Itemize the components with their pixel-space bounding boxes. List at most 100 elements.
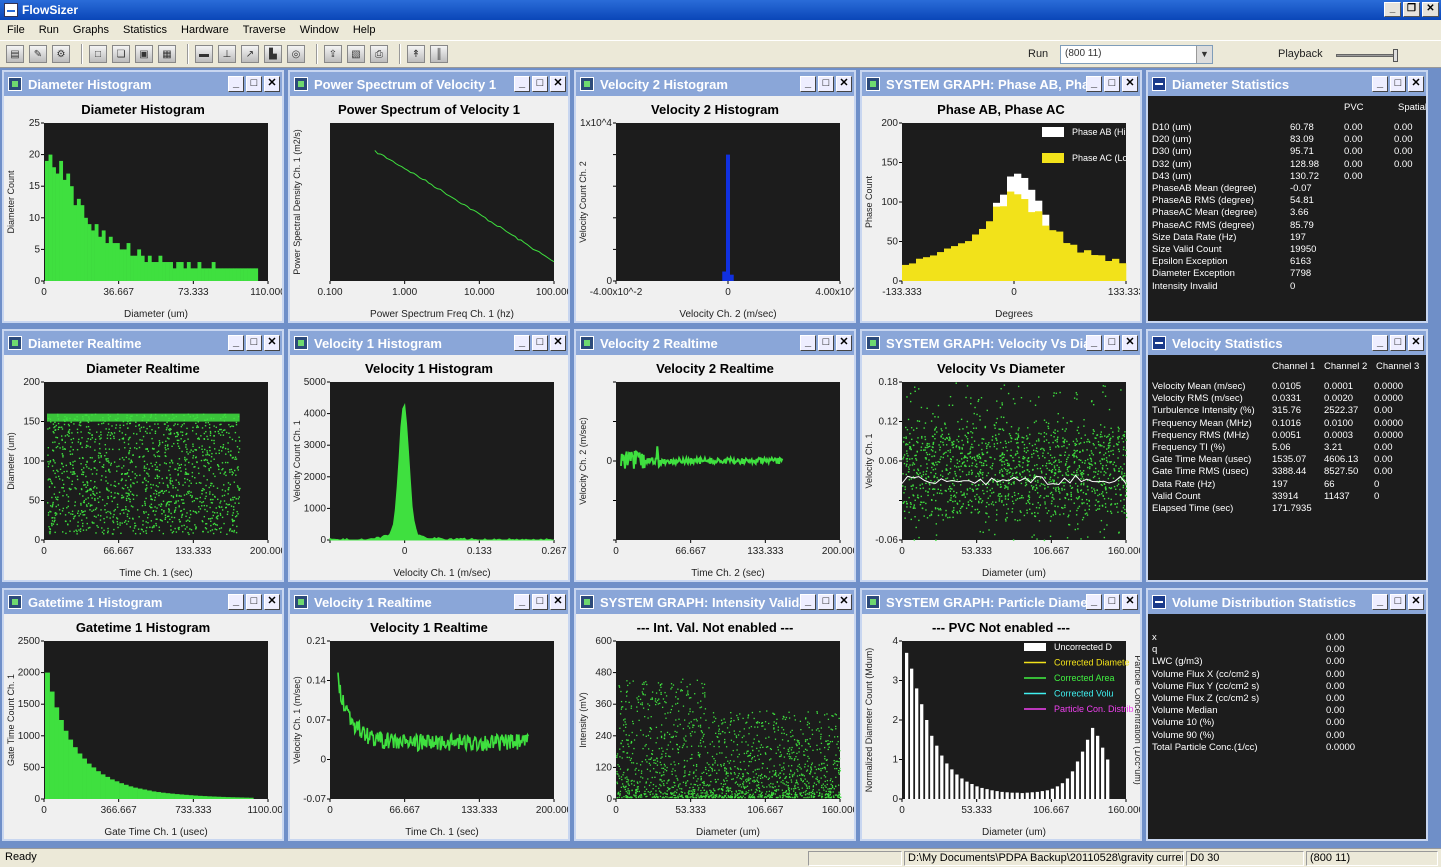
open-icon[interactable]: ▤	[6, 45, 24, 63]
laser-icon[interactable]: ↗	[241, 45, 259, 63]
panel-close-button[interactable]: ✕	[1408, 335, 1424, 351]
chevron-down-icon[interactable]: ▼	[1196, 46, 1212, 63]
panel-close-button[interactable]: ✕	[550, 76, 566, 92]
panel-titlebar[interactable]: Velocity 2 Histogram _ □ ✕	[576, 72, 854, 96]
hardware-icon[interactable]: ⚙	[52, 45, 70, 63]
panel-titlebar[interactable]: Diameter Realtime _ □ ✕	[4, 331, 282, 355]
panel-maximize-button[interactable]: □	[1390, 335, 1406, 351]
panel-system-graph-phase-ab-phas[interactable]: SYSTEM GRAPH: Phase AB, Phas _ □ ✕ Phase A…	[860, 70, 1142, 323]
panel-maximize-button[interactable]: □	[818, 335, 834, 351]
export-icon[interactable]: ⇪	[324, 45, 342, 63]
menu-statistics[interactable]: Statistics	[116, 24, 174, 36]
panel-close-button[interactable]: ✕	[264, 594, 280, 610]
panel-close-button[interactable]: ✕	[1408, 594, 1424, 610]
panel-maximize-button[interactable]: □	[1390, 76, 1406, 92]
panel-titlebar[interactable]: Volume Distribution Statistics _ □ ✕	[1148, 590, 1426, 614]
close-button[interactable]: ✕	[1422, 2, 1439, 17]
notebook-icon[interactable]: ▧	[347, 45, 365, 63]
panel-maximize-button[interactable]: □	[1390, 594, 1406, 610]
panel-maximize-button[interactable]: □	[1104, 594, 1120, 610]
panel-titlebar[interactable]: Velocity 1 Realtime _ □ ✕	[290, 590, 568, 614]
bars-icon[interactable]: ║	[430, 45, 448, 63]
panel-maximize-button[interactable]: □	[818, 594, 834, 610]
minimize-button[interactable]: _	[1384, 2, 1401, 17]
panel-maximize-button[interactable]: □	[532, 76, 548, 92]
panel-titlebar[interactable]: Power Spectrum of Velocity 1 _ □ ✕	[290, 72, 568, 96]
panel-velocity-2-histogram[interactable]: Velocity 2 Histogram _ □ ✕ Velocity 2 Hist…	[574, 70, 856, 323]
menu-window[interactable]: Window	[293, 24, 346, 36]
panel-titlebar[interactable]: Velocity 1 Histogram _ □ ✕	[290, 331, 568, 355]
dial-icon[interactable]: ◎	[287, 45, 305, 63]
panel-titlebar[interactable]: Gatetime 1 Histogram _ □ ✕	[4, 590, 282, 614]
panel-diameter-statistics[interactable]: Diameter Statistics _ □ ✕ PVC Spatial D10 (u…	[1146, 70, 1428, 323]
panel-close-button[interactable]: ✕	[1122, 594, 1138, 610]
panel-close-button[interactable]: ✕	[836, 76, 852, 92]
panel-velocity-1-histogram[interactable]: Velocity 1 Histogram _ □ ✕ Velocity 1 Hist…	[288, 329, 570, 582]
panel-system-graph-intensity-valida[interactable]: SYSTEM GRAPH: Intensity Valida _ □ ✕ --- I…	[574, 588, 856, 841]
menu-file[interactable]: File	[0, 24, 32, 36]
panel-titlebar[interactable]: SYSTEM GRAPH: Phase AB, Phas _ □ ✕	[862, 72, 1140, 96]
panel-close-button[interactable]: ✕	[1122, 335, 1138, 351]
copy-icon[interactable]: ❏	[112, 45, 130, 63]
menu-graphs[interactable]: Graphs	[66, 24, 116, 36]
menu-help[interactable]: Help	[346, 24, 383, 36]
save-all-icon[interactable]: ▦	[158, 45, 176, 63]
panel-velocity-statistics[interactable]: Velocity Statistics _ □ ✕ Channel 1 Channel…	[1146, 329, 1428, 582]
print-icon[interactable]: ⎙	[370, 45, 388, 63]
run-select[interactable]: (800 11) ▼	[1060, 45, 1213, 64]
panel-maximize-button[interactable]: □	[818, 76, 834, 92]
marker-icon[interactable]: ↟	[407, 45, 425, 63]
panel-maximize-button[interactable]: □	[246, 594, 262, 610]
panel-minimize-button[interactable]: _	[800, 335, 816, 351]
panel-maximize-button[interactable]: □	[532, 335, 548, 351]
playback-slider[interactable]	[1336, 49, 1398, 62]
panel-close-button[interactable]: ✕	[1408, 76, 1424, 92]
panel-minimize-button[interactable]: _	[514, 335, 530, 351]
panel-titlebar[interactable]: SYSTEM GRAPH: Velocity Vs Diar _ □ ✕	[862, 331, 1140, 355]
panel-close-button[interactable]: ✕	[264, 76, 280, 92]
panel-titlebar[interactable]: Velocity 2 Realtime _ □ ✕	[576, 331, 854, 355]
new-icon[interactable]: □	[89, 45, 107, 63]
panel-system-graph-velocity-vs-diar[interactable]: SYSTEM GRAPH: Velocity Vs Diar _ □ ✕ Veloc…	[860, 329, 1142, 582]
run-setup-icon[interactable]: ✎	[29, 45, 47, 63]
panel-close-button[interactable]: ✕	[836, 335, 852, 351]
panel-system-graph-particle-diamet[interactable]: SYSTEM GRAPH: Particle Diamet _ □ ✕ --- PV…	[860, 588, 1142, 841]
panel-titlebar[interactable]: Diameter Histogram _ □ ✕	[4, 72, 282, 96]
panel-minimize-button[interactable]: _	[1086, 594, 1102, 610]
panel-close-button[interactable]: ✕	[836, 594, 852, 610]
menu-traverse[interactable]: Traverse	[236, 24, 293, 36]
panel-diameter-histogram[interactable]: Diameter Histogram _ □ ✕ Diameter Histogra…	[2, 70, 284, 323]
panel-minimize-button[interactable]: _	[1372, 76, 1388, 92]
panel-titlebar[interactable]: SYSTEM GRAPH: Intensity Valida _ □ ✕	[576, 590, 854, 614]
panel-titlebar[interactable]: Diameter Statistics _ □ ✕	[1148, 72, 1426, 96]
panel-minimize-button[interactable]: _	[800, 76, 816, 92]
panel-power-spectrum-of-velocity-1[interactable]: Power Spectrum of Velocity 1 _ □ ✕ Power S…	[288, 70, 570, 323]
panel-close-button[interactable]: ✕	[264, 335, 280, 351]
panel-maximize-button[interactable]: □	[1104, 335, 1120, 351]
panel-close-button[interactable]: ✕	[550, 594, 566, 610]
panel-maximize-button[interactable]: □	[532, 594, 548, 610]
restore-button[interactable]: ❐	[1403, 2, 1420, 17]
panel-minimize-button[interactable]: _	[1372, 594, 1388, 610]
panel-minimize-button[interactable]: _	[1372, 335, 1388, 351]
panel-maximize-button[interactable]: □	[1104, 76, 1120, 92]
panel-minimize-button[interactable]: _	[1086, 335, 1102, 351]
panel-minimize-button[interactable]: _	[514, 76, 530, 92]
traverse-icon[interactable]: ▬	[195, 45, 213, 63]
panel-gatetime-1-histogram[interactable]: Gatetime 1 Histogram _ □ ✕ Gatetime 1 Hist…	[2, 588, 284, 841]
panel-minimize-button[interactable]: _	[228, 594, 244, 610]
probe-icon[interactable]: ⊥	[218, 45, 236, 63]
panel-diameter-realtime[interactable]: Diameter Realtime _ □ ✕ Diameter Realtime 0…	[2, 329, 284, 582]
panel-minimize-button[interactable]: _	[800, 594, 816, 610]
panel-maximize-button[interactable]: □	[246, 335, 262, 351]
panel-volume-distribution-statistics[interactable]: Volume Distribution Statistics _ □ ✕ x 0.00…	[1146, 588, 1428, 841]
panel-close-button[interactable]: ✕	[1122, 76, 1138, 92]
panel-velocity-1-realtime[interactable]: Velocity 1 Realtime _ □ ✕ Velocity 1 Realt…	[288, 588, 570, 841]
save-icon[interactable]: ▣	[135, 45, 153, 63]
playback-slider-thumb[interactable]	[1393, 49, 1398, 62]
menu-hardware[interactable]: Hardware	[174, 24, 236, 36]
graph-icon[interactable]: ▙	[264, 45, 282, 63]
panel-titlebar[interactable]: SYSTEM GRAPH: Particle Diamet _ □ ✕	[862, 590, 1140, 614]
panel-velocity-2-realtime[interactable]: Velocity 2 Realtime _ □ ✕ Velocity 2 Realt…	[574, 329, 856, 582]
panel-minimize-button[interactable]: _	[228, 335, 244, 351]
